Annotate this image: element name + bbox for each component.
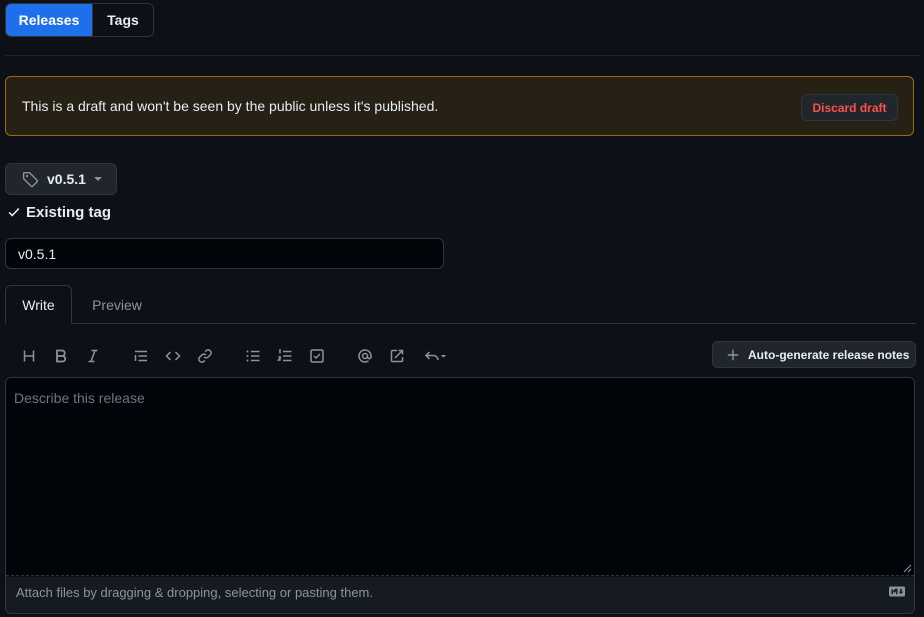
tab-write[interactable]: Write bbox=[5, 285, 72, 324]
italic-icon[interactable] bbox=[82, 345, 104, 367]
existing-tag-label: Existing tag bbox=[26, 203, 112, 221]
check-icon bbox=[8, 207, 20, 217]
chevron-down-icon bbox=[93, 177, 102, 181]
discard-draft-button[interactable]: Discard draft bbox=[801, 94, 898, 121]
releases-tab[interactable]: Releases bbox=[6, 4, 92, 36]
attach-files-text: Attach files by dragging & dropping, sel… bbox=[16, 584, 373, 600]
header-divider bbox=[5, 55, 919, 56]
markdown-icon[interactable] bbox=[889, 586, 905, 597]
auto-generate-release-notes-button[interactable]: Auto-generate release notes bbox=[712, 341, 916, 368]
attach-files-bar[interactable]: Attach files by dragging & dropping, sel… bbox=[6, 577, 914, 613]
mention-icon[interactable] bbox=[354, 345, 376, 367]
resize-grip-icon[interactable] bbox=[903, 564, 912, 573]
tag-icon bbox=[22, 171, 39, 187]
link-icon[interactable] bbox=[194, 345, 216, 367]
tab-preview[interactable]: Preview bbox=[78, 285, 156, 324]
releases-tags-switch: Releases Tags bbox=[5, 3, 154, 37]
tag-selector-label: v0.5.1 bbox=[47, 171, 86, 187]
auto-generate-label: Auto-generate release notes bbox=[748, 347, 910, 362]
existing-tag-status: Existing tag bbox=[7, 202, 111, 222]
draft-banner-message: This is a draft and won't be seen by the… bbox=[22, 98, 439, 114]
code-icon[interactable] bbox=[162, 345, 184, 367]
bold-icon[interactable] bbox=[50, 345, 72, 367]
draft-banner: This is a draft and won't be seen by the… bbox=[5, 76, 914, 136]
release-description-textarea[interactable] bbox=[6, 378, 914, 576]
release-description-editor: Attach files by dragging & dropping, sel… bbox=[5, 377, 915, 614]
bulleted-list-icon[interactable] bbox=[242, 345, 264, 367]
cross-reference-icon[interactable] bbox=[386, 345, 408, 367]
plus-icon bbox=[727, 349, 739, 360]
heading-icon[interactable] bbox=[18, 345, 40, 367]
numbered-list-icon[interactable] bbox=[274, 345, 296, 367]
task-list-icon[interactable] bbox=[306, 345, 328, 367]
tags-tab[interactable]: Tags bbox=[92, 4, 153, 36]
saved-replies-icon[interactable] bbox=[420, 345, 450, 367]
quote-icon[interactable] bbox=[130, 345, 152, 367]
release-title-input[interactable] bbox=[5, 238, 444, 269]
tag-selector-button[interactable]: v0.5.1 bbox=[5, 163, 117, 195]
